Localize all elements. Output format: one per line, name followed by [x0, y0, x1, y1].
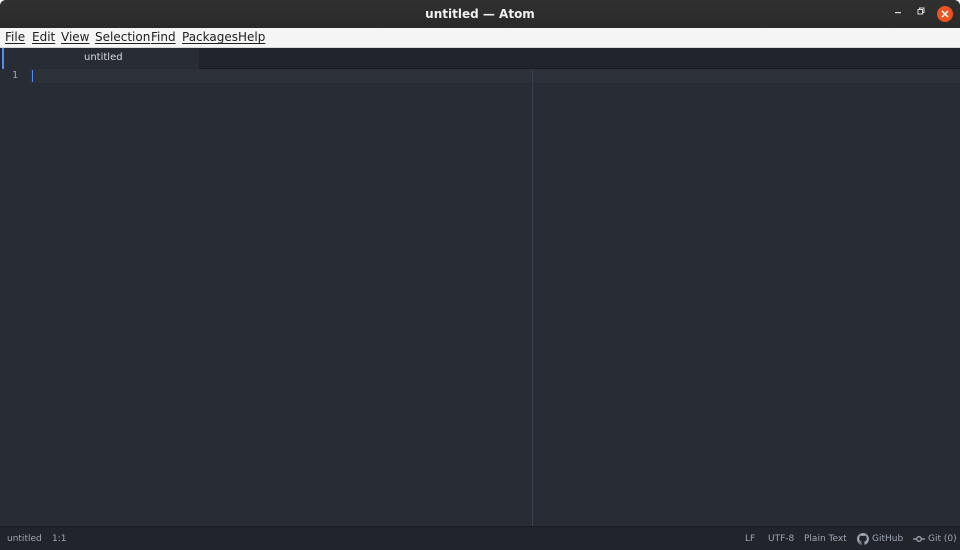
status-cursor-position[interactable]: 1:1: [52, 527, 66, 550]
menu-selection[interactable]: Selection: [95, 28, 150, 47]
cursor-line-highlight: [30, 69, 960, 83]
line-number-gutter[interactable]: 1: [0, 69, 30, 526]
menu-file[interactable]: File: [5, 28, 25, 47]
text-cursor: [32, 70, 33, 82]
git-commit-icon: [913, 535, 925, 542]
github-label: GitHub: [872, 534, 904, 544]
restore-icon: [917, 7, 925, 15]
git-label: Git (0): [928, 534, 957, 544]
status-grammar[interactable]: Plain Text: [804, 527, 847, 550]
status-file-name[interactable]: untitled: [7, 527, 42, 550]
title-bar[interactable]: untitled — Atom: [0, 0, 960, 28]
atom-window: untitled — Atom File Edit View Selection…: [0, 0, 960, 550]
status-line-ending[interactable]: LF: [745, 527, 755, 550]
close-button[interactable]: [937, 6, 953, 22]
minimize-icon: [895, 12, 901, 14]
tab-label: untitled: [84, 52, 123, 63]
status-git[interactable]: Git (0): [913, 527, 957, 550]
github-icon: [857, 532, 869, 545]
status-bar: untitled 1:1 LF UTF-8 Plain Text GitHub …: [0, 526, 960, 550]
window-title: untitled — Atom: [425, 7, 535, 21]
status-github[interactable]: GitHub: [857, 527, 903, 550]
close-icon: [941, 10, 949, 18]
tab-untitled[interactable]: untitled: [2, 48, 199, 69]
line-number: 1: [11, 70, 18, 81]
tab-bar: untitled: [0, 48, 960, 69]
menu-edit[interactable]: Edit: [32, 28, 55, 47]
status-encoding[interactable]: UTF-8: [768, 527, 794, 550]
text-editor[interactable]: 1: [0, 69, 960, 526]
menu-find[interactable]: Find: [151, 28, 176, 47]
menu-packages[interactable]: Packages: [182, 28, 238, 47]
menu-view[interactable]: View: [61, 28, 89, 47]
wrap-guide: [532, 69, 533, 526]
maximize-button[interactable]: [913, 6, 929, 22]
menu-bar: File Edit View Selection Find Packages H…: [0, 28, 960, 48]
menu-help[interactable]: Help: [238, 28, 265, 47]
minimize-button[interactable]: [890, 6, 906, 22]
